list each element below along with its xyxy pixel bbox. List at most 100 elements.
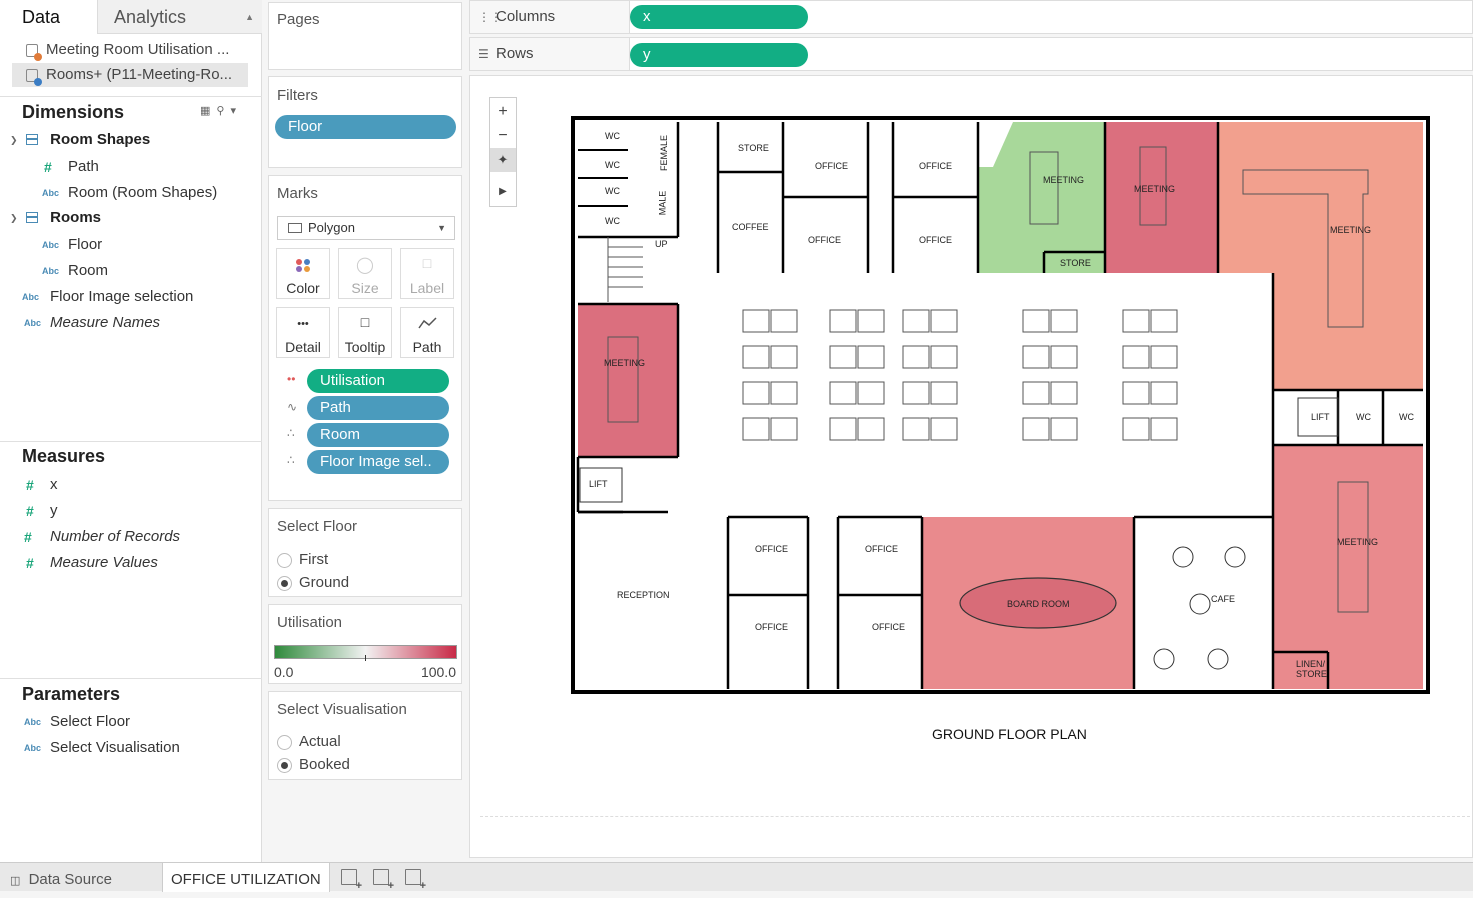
rows-shelf[interactable]: ☰ Rows y — [469, 37, 1473, 71]
desk — [1122, 309, 1150, 333]
collapse-arrow-icon[interactable]: ❯ — [10, 206, 18, 230]
desk — [930, 309, 958, 333]
detail-label: Detail — [285, 339, 321, 355]
dimension-item-path[interactable]: # Path — [44, 155, 99, 179]
radio-button[interactable] — [277, 553, 292, 568]
radio-button[interactable] — [277, 735, 292, 750]
radio-button-selected[interactable] — [277, 576, 292, 591]
collapse-arrow-icon[interactable]: ❯ — [10, 128, 18, 152]
filters-card[interactable]: Filters Floor — [268, 76, 462, 168]
measure-label: x — [50, 476, 58, 493]
divider — [0, 441, 262, 442]
meeting-table — [1337, 481, 1369, 613]
rows-pill-y[interactable]: y — [630, 43, 808, 67]
marks-pill-floor-image-selection[interactable]: Floor Image sel.. — [307, 450, 449, 474]
pane-tabs: Data Analytics ▲ — [0, 0, 262, 34]
room-label-office: OFFICE — [865, 544, 898, 554]
chevron-down-icon[interactable]: ▼ — [437, 217, 446, 239]
desk — [930, 381, 958, 405]
data-source-item-selected[interactable]: Rooms+ (P11-Meeting-Ro... — [12, 63, 248, 87]
wc-stalls — [578, 149, 628, 207]
dimension-item-measure-names[interactable]: Abc Measure Names — [24, 311, 160, 335]
number-type-icon: # — [26, 503, 34, 519]
data-source-tab-label: Data Source — [28, 871, 112, 888]
marks-pill-path[interactable]: Path — [307, 396, 449, 420]
measure-label: Number of Records — [50, 528, 181, 545]
radio-booked[interactable]: Booked — [277, 754, 350, 776]
room-label-reception: RECEPTION — [617, 590, 670, 600]
label-label: Label — [409, 280, 445, 296]
tooltip-button[interactable]: □ Tooltip — [338, 307, 392, 358]
utilisation-legend-card: Utilisation 0.0 100.0 — [268, 604, 462, 684]
measure-item-measure-values[interactable]: # Measure Values — [26, 551, 158, 575]
tab-analytics-label: Analytics — [114, 7, 187, 27]
desk — [857, 381, 885, 405]
new-worksheet-icon[interactable] — [341, 869, 362, 892]
room-label-linen: LINEN/ — [1296, 659, 1326, 669]
room-label-wc: WC — [605, 216, 620, 226]
desk — [1022, 345, 1050, 369]
marks-pill-utilisation[interactable]: Utilisation — [307, 369, 449, 393]
tab-data[interactable]: Data — [0, 0, 97, 34]
room-label-office: OFFICE — [815, 161, 848, 171]
number-type-icon: # — [26, 555, 34, 571]
grid-icon[interactable]: ▦ — [200, 105, 216, 117]
measure-item-number-of-records[interactable]: # Number of Records — [24, 525, 180, 549]
dimension-item-floor-image-selection[interactable]: Abc Floor Image selection — [22, 285, 193, 309]
dimension-folder-room-shapes[interactable]: ❯ Room Shapes — [10, 128, 150, 152]
marks-pill-room[interactable]: Room — [307, 423, 449, 447]
zoom-in-icon[interactable]: + — [490, 100, 516, 124]
data-source-item[interactable]: Meeting Room Utilisation ... — [12, 38, 248, 62]
dimension-item-floor[interactable]: Abc Floor — [42, 233, 102, 257]
room-label-office: OFFICE — [808, 235, 841, 245]
string-type-icon: Abc — [42, 240, 60, 250]
columns-pill-x[interactable]: x — [630, 5, 808, 29]
desk — [770, 417, 798, 441]
tab-analytics[interactable]: Analytics ▲ — [97, 0, 262, 34]
columns-icon: ⋮⋮ — [478, 10, 502, 24]
filter-pill-floor[interactable]: Floor — [275, 115, 456, 139]
measure-item-y[interactable]: # y — [26, 499, 58, 523]
zoom-out-icon[interactable]: − — [490, 124, 516, 148]
mark-type-dropdown[interactable]: Polygon ▼ — [277, 216, 455, 240]
dimension-item-room-shapes[interactable]: Abc Room (Room Shapes) — [42, 181, 217, 205]
rows-label-box: ☰ Rows — [470, 38, 630, 70]
pin-reset-icon[interactable]: ✦ — [490, 148, 516, 172]
dimension-folder-rooms[interactable]: ❯ Rooms — [10, 206, 101, 230]
stairs — [607, 237, 643, 302]
data-source-tab[interactable]: ◫ Data Source — [10, 863, 112, 892]
data-source-label: Meeting Room Utilisation ... — [46, 41, 230, 58]
dimension-item-room[interactable]: Abc Room — [42, 259, 108, 283]
chevron-down-icon[interactable]: ▲ — [245, 0, 254, 34]
sheet-tab-office-utilization[interactable]: OFFICE UTILIZATION — [162, 863, 330, 892]
radio-ground[interactable]: Ground — [277, 572, 349, 594]
room-label-store: STORE — [738, 143, 769, 153]
expand-arrow-icon[interactable]: ▶ — [490, 180, 516, 204]
color-button[interactable]: Color — [276, 248, 330, 299]
measure-item-x[interactable]: # x — [26, 473, 58, 497]
new-dashboard-icon[interactable] — [373, 869, 394, 892]
calc-string-type-icon: Abc — [22, 292, 40, 302]
dimension-tools[interactable]: ▦⚲▾ — [200, 104, 242, 117]
new-story-icon[interactable] — [405, 869, 426, 892]
radio-button-selected[interactable] — [277, 758, 292, 773]
desk — [857, 417, 885, 441]
meeting-table — [607, 336, 639, 423]
color-label: Color — [286, 280, 320, 296]
select-floor-title: Select Floor — [277, 518, 358, 535]
legend-min-label: 0.0 — [274, 664, 294, 680]
chevron-down-icon[interactable]: ▾ — [230, 105, 242, 117]
path-button[interactable]: Path — [400, 307, 454, 358]
search-icon[interactable]: ⚲ — [216, 105, 230, 117]
parameter-item-select-floor[interactable]: Abc Select Floor — [24, 710, 130, 734]
desk — [1050, 345, 1078, 369]
radio-actual[interactable]: Actual — [277, 731, 341, 753]
radio-first[interactable]: First — [277, 549, 328, 571]
columns-shelf[interactable]: ⋮⋮ Columns x — [469, 0, 1473, 34]
room-label-store: STORE — [1060, 258, 1091, 268]
desk — [742, 381, 770, 405]
parameter-item-select-visualisation[interactable]: Abc Select Visualisation — [24, 736, 180, 760]
detail-button[interactable]: ••• Detail — [276, 307, 330, 358]
pages-card[interactable]: Pages — [268, 2, 462, 70]
room-meeting-salmon[interactable] — [1218, 122, 1423, 390]
